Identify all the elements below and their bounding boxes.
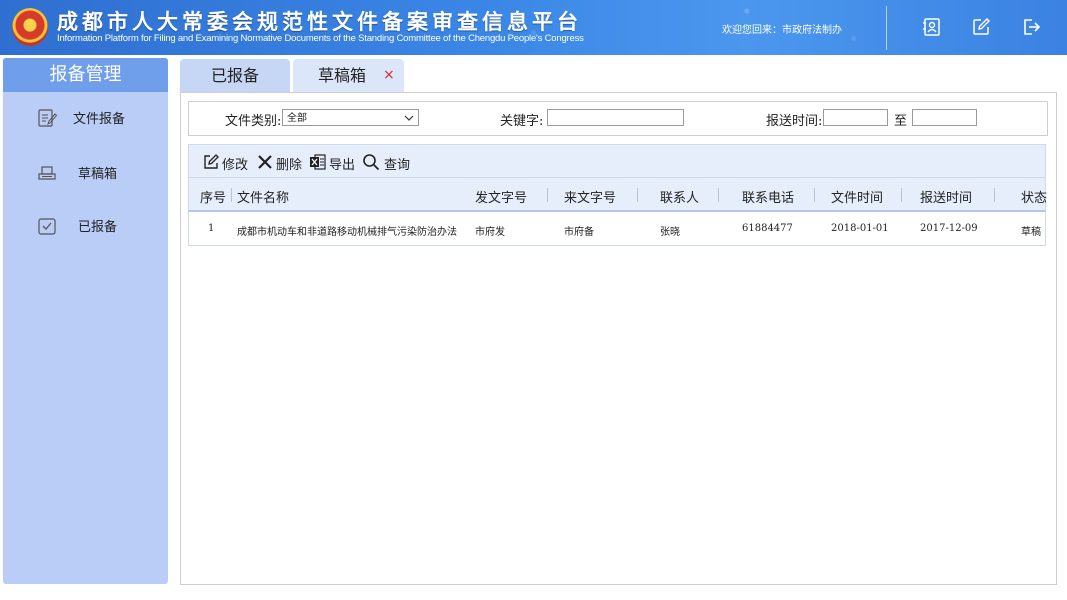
tray-icon (38, 166, 56, 180)
delete-button[interactable]: 删除 (256, 153, 304, 173)
cell-index: 1 (208, 223, 215, 234)
edit-label: 修改 (222, 158, 249, 173)
sidebar-item-filed[interactable]: 已报备 (3, 206, 168, 246)
national-emblem-logo: ★ (12, 8, 48, 46)
sidebar: 报备管理 文件报备 草稿箱 已报备 (3, 58, 168, 584)
query-label: 查询 (384, 158, 411, 173)
column-separator (547, 188, 548, 202)
sidebar-item-label: 文件报备 (73, 112, 126, 127)
edit-button[interactable]: 修改 (202, 153, 250, 173)
column-header: 文件时间 (831, 191, 884, 206)
sidebar-item-label: 草稿箱 (78, 167, 118, 182)
tab-filed[interactable]: 已报备 (180, 59, 290, 92)
chevron-down-icon (404, 115, 414, 121)
export-button[interactable]: 导出 (309, 153, 357, 173)
logout-icon[interactable] (1020, 16, 1042, 38)
sidebar-item-drafts[interactable]: 草稿箱 (3, 153, 168, 193)
search-icon (363, 154, 380, 171)
column-separator (994, 188, 995, 202)
app-header: ★ 成都市人大常委会规范性文件备案审查信息平台 Information Plat… (0, 0, 1067, 55)
cell-file-date: 2018-01-01 (831, 223, 889, 234)
edit-profile-icon[interactable] (970, 16, 992, 38)
column-header: 来文字号 (564, 191, 617, 206)
column-header: 文件名称 (237, 191, 290, 206)
cell-status: 草稿 (1021, 227, 1041, 238)
tab-label: 草稿箱 (318, 66, 367, 85)
close-icon (258, 155, 272, 169)
cell-submit-date: 2017-12-09 (920, 223, 978, 234)
column-separator (901, 188, 902, 202)
time-label: 报送时间: (766, 114, 823, 129)
excel-export-icon (310, 154, 326, 170)
column-header: 状态 (1021, 191, 1048, 206)
checkbox-icon (38, 218, 56, 235)
category-select[interactable]: 全部 (282, 109, 419, 126)
cell-issue-number: 市府发 (475, 227, 505, 238)
tab-close-icon[interactable]: × (383, 59, 395, 92)
start-date-input[interactable] (823, 109, 888, 126)
cell-contact: 张晓 (660, 227, 680, 238)
column-header: 序号 (200, 191, 227, 206)
cell-file-name: 成都市机动车和非道路移动机械排气污染防治办法 (237, 227, 457, 238)
delete-label: 删除 (276, 158, 303, 173)
welcome-text: 欢迎您回来：市政府法制办 (722, 25, 842, 36)
to-label: 至 (894, 114, 908, 129)
query-button[interactable]: 查询 (362, 153, 412, 173)
platform-subtitle: Information Platform for Filing and Exam… (57, 33, 584, 44)
header-divider (886, 6, 887, 50)
column-separator (718, 188, 719, 202)
toolbar: 修改 删除 导出 查询 (188, 144, 1046, 178)
cell-phone: 61884477 (742, 223, 793, 234)
column-separator (814, 188, 815, 202)
edit-icon (204, 154, 219, 169)
category-select-value: 全部 (287, 113, 307, 124)
column-separator (637, 188, 638, 202)
contacts-icon[interactable] (921, 16, 943, 38)
cell-incoming-number: 市府备 (564, 227, 594, 238)
column-separator (231, 188, 232, 202)
table-row[interactable]: 1 成都市机动车和非道路移动机械排气污染防治办法 市府发 市府备 张晓 6188… (188, 212, 1046, 246)
end-date-input[interactable] (912, 109, 977, 126)
column-header: 发文字号 (475, 191, 528, 206)
sidebar-item-label: 已报备 (78, 220, 118, 235)
column-header: 报送时间 (920, 191, 973, 206)
sidebar-title: 报备管理 (3, 58, 168, 92)
keyword-input[interactable] (547, 109, 684, 126)
tab-drafts[interactable]: 草稿箱 × (293, 59, 404, 92)
platform-title: 成都市人大常委会规范性文件备案审查信息平台 (57, 9, 582, 34)
category-label: 文件类别: (225, 114, 282, 129)
column-header: 联系人 (660, 191, 700, 206)
edit-document-icon (38, 109, 57, 127)
table-header: 序号 文件名称 发文字号 来文字号 联系人 联系电话 文件时间 报送时间 状态 (188, 178, 1048, 212)
export-label: 导出 (329, 158, 356, 173)
sidebar-item-file-filing[interactable]: 文件报备 (3, 98, 168, 138)
column-header: 联系电话 (742, 191, 795, 206)
keyword-label: 关键字: (500, 114, 544, 129)
